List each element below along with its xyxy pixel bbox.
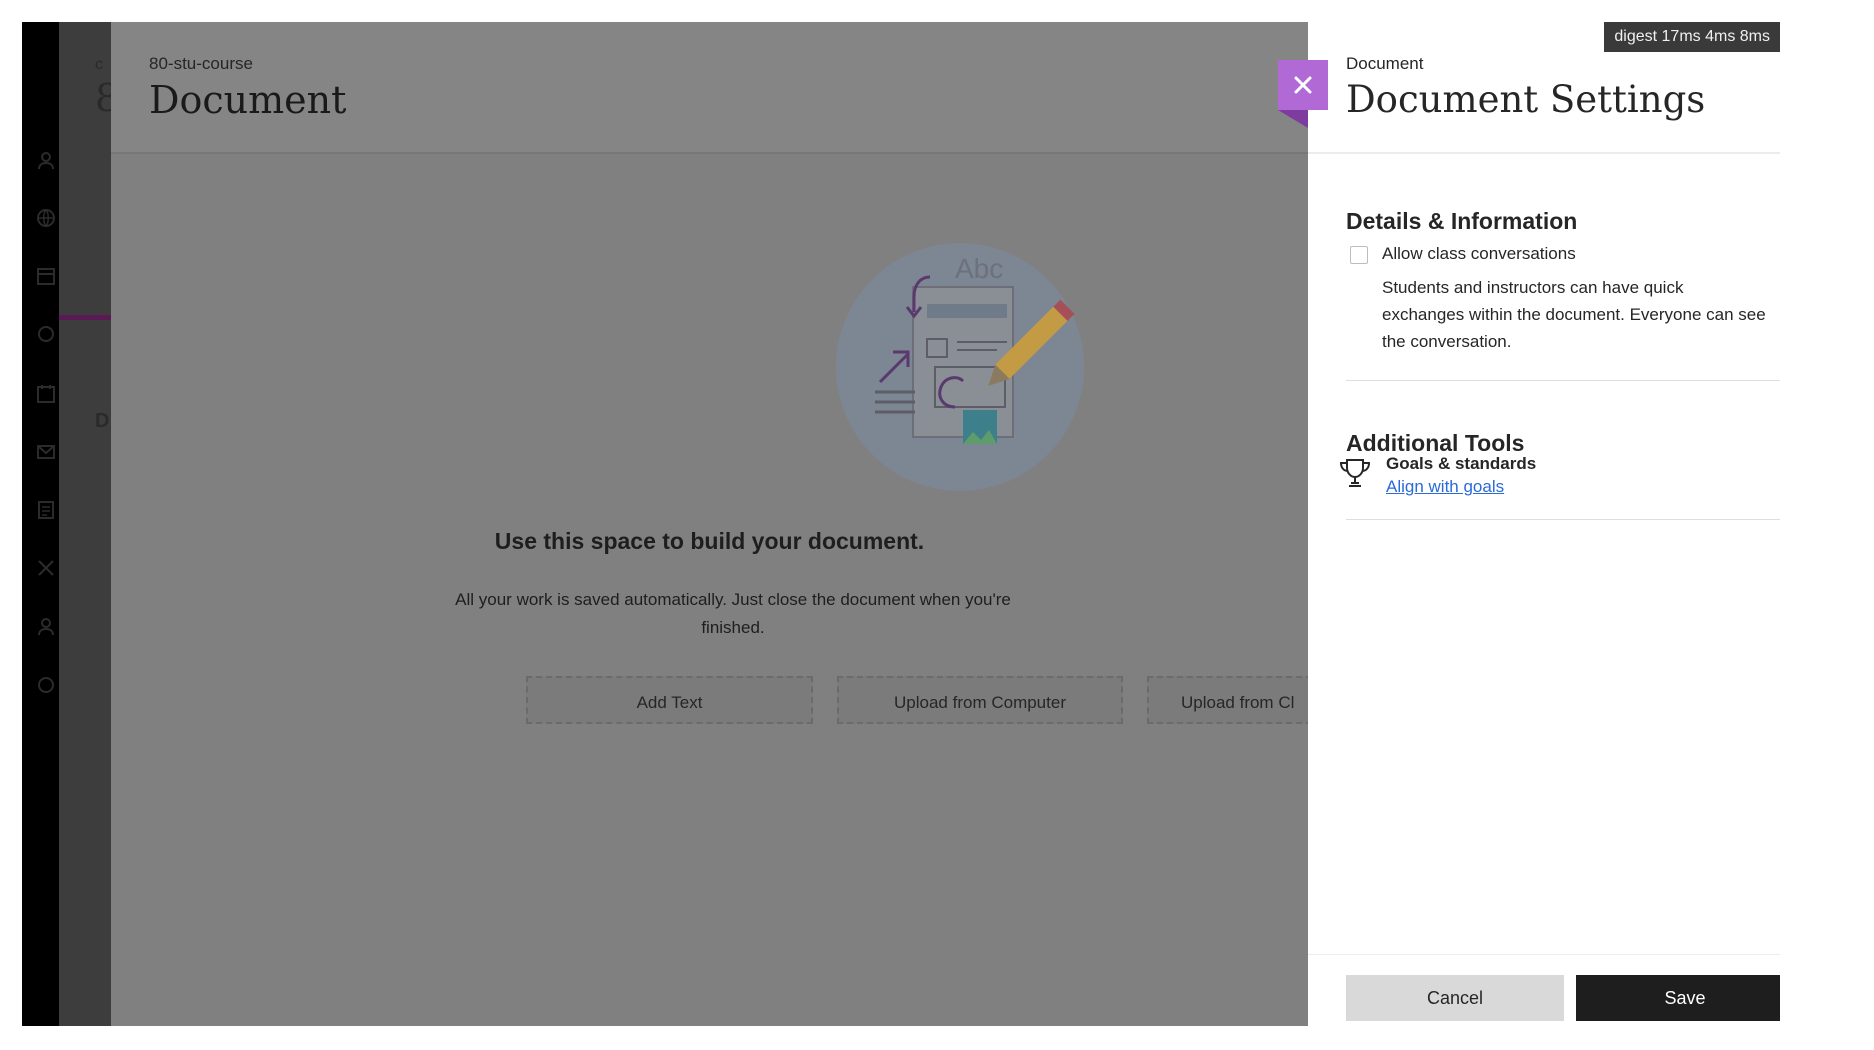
save-button[interactable]: Save <box>1576 975 1780 1021</box>
upload-from-cloud-button[interactable]: Upload from Cl <box>1147 676 1312 724</box>
panel-title: Document Settings <box>1346 78 1706 121</box>
empty-state-subtext: All your work is saved automatically. Ju… <box>433 586 1033 642</box>
details-heading: Details & Information <box>1346 208 1578 234</box>
panel-breadcrumb: Document <box>1346 54 1424 73</box>
digest-badge: digest 17ms 4ms 8ms <box>1604 22 1780 52</box>
nav-power-icon <box>36 674 56 694</box>
document-canvas: 80-stu-course Document Abc Use this spac… <box>111 22 1312 1026</box>
additional-tools-heading: Additional Tools <box>1346 430 1525 456</box>
section-divider <box>1346 380 1780 381</box>
breadcrumb: 80-stu-course <box>149 54 253 73</box>
document-illustration: Abc <box>836 243 1084 491</box>
section-divider <box>1346 519 1780 520</box>
add-text-button[interactable]: Add Text <box>526 676 813 724</box>
close-panel-button[interactable] <box>1278 60 1328 110</box>
course-outline: c 8 D <box>59 22 119 1026</box>
footer-divider <box>1308 954 1780 955</box>
goals-standards-title: Goals & standards <box>1386 454 1537 473</box>
description-line: the conversation. <box>1382 332 1512 351</box>
base-nav-icons <box>22 22 59 1026</box>
close-icon <box>1294 76 1312 94</box>
course-fragment: D <box>95 410 110 432</box>
empty-state-heading: Use this space to build your document. <box>494 528 925 554</box>
illustration-text: Abc <box>955 253 1003 284</box>
nav-grades-icon <box>36 500 56 520</box>
empty-state-subtext-line: finished. <box>701 618 765 637</box>
cancel-button[interactable]: Cancel <box>1346 975 1564 1021</box>
upload-from-computer-button[interactable]: Upload from Computer <box>837 676 1123 724</box>
panel-header: Document Document Settings digest 17ms 4… <box>1308 22 1780 154</box>
nav-user-icon <box>36 150 56 170</box>
course-fragment: c <box>95 56 103 73</box>
course-accent-strip <box>59 315 112 320</box>
document-settings-panel: Document Document Settings digest 17ms 4… <box>1308 22 1780 1026</box>
allow-conversations-checkbox[interactable] <box>1350 246 1368 264</box>
align-with-goals-link[interactable]: Align with goals <box>1386 477 1504 497</box>
nav-tools-icon <box>36 324 56 344</box>
description-line: exchanges within the document. Everyone … <box>1382 305 1766 324</box>
close-button-tab <box>1278 110 1308 128</box>
nav-calendar-icon <box>36 384 56 404</box>
page-title: Document <box>149 78 347 122</box>
allow-conversations-label[interactable]: Allow class conversations <box>1382 244 1576 264</box>
nav-user-icon <box>36 616 56 636</box>
allow-conversations-description: Students and instructors can have quick … <box>1382 274 1780 355</box>
document-header: 80-stu-course Document <box>111 22 1308 154</box>
nav-mail-icon <box>36 442 56 462</box>
nav-calendar-icon <box>36 266 56 286</box>
trophy-icon <box>1339 459 1371 487</box>
nav-scissors-icon <box>36 558 56 578</box>
app-frame: c 8 D 80-stu-course Document Abc Use thi… <box>22 22 1780 1026</box>
empty-state-subtext-line: All your work is saved automatically. Ju… <box>455 590 1011 609</box>
nav-globe-icon <box>36 208 56 228</box>
description-line: Students and instructors can have quick <box>1382 278 1684 297</box>
